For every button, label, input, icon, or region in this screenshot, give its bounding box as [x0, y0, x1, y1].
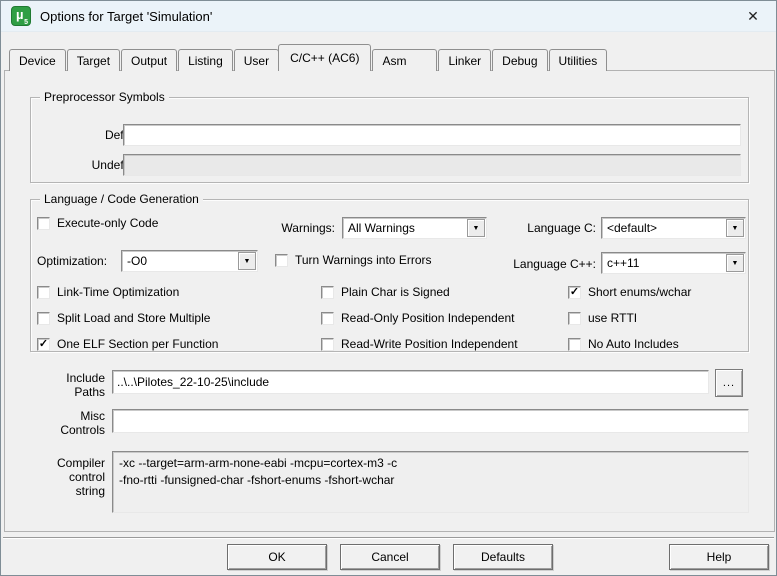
checkbox-short-enums-wchar[interactable]: ✓ Short enums/wchar [568, 285, 691, 299]
compiler-control-string[interactable]: -xc --target=arm-arm-none-eabi -mcpu=cor… [112, 451, 749, 513]
checkbox-one-elf-section[interactable]: ✓ One ELF Section per Function [37, 337, 218, 351]
checkbox-turn-warnings-into-errors[interactable]: Turn Warnings into Errors [275, 253, 431, 267]
one-elf-checkbox[interactable]: ✓ [37, 338, 50, 351]
short-enums-checkbox[interactable]: ✓ [568, 286, 581, 299]
undefine-input [123, 154, 741, 176]
plain-char-label[interactable]: Plain Char is Signed [341, 285, 450, 299]
tab-listing[interactable]: Listing [178, 49, 233, 71]
checkbox-read-only-position-independent[interactable]: Read-Only Position Independent [321, 311, 514, 325]
plain-char-checkbox[interactable] [321, 286, 334, 299]
include-paths-input[interactable] [112, 370, 709, 394]
tab-user[interactable]: User [234, 49, 279, 71]
group-language-legend: Language / Code Generation [40, 192, 203, 206]
turn-warnings-label[interactable]: Turn Warnings into Errors [295, 253, 431, 267]
checkbox-link-time-optimization[interactable]: Link-Time Optimization [37, 285, 179, 299]
tab-device[interactable]: Device [9, 49, 66, 71]
chevron-down-icon: ▼ [244, 258, 251, 265]
include-paths-label: Include Paths [45, 371, 105, 399]
checkbox-no-auto-includes[interactable]: No Auto Includes [568, 337, 679, 351]
checkbox-split-load-store[interactable]: Split Load and Store Multiple [37, 311, 210, 325]
tab-c-cpp-ac6[interactable]: C/C++ (AC6) [278, 44, 371, 71]
checkbox-plain-char-signed[interactable]: Plain Char is Signed [321, 285, 450, 299]
uvision-icon-version: 5 [24, 19, 28, 26]
link-time-checkbox[interactable] [37, 286, 50, 299]
use-rtti-label[interactable]: use RTTI [588, 311, 637, 325]
read-write-checkbox[interactable] [321, 338, 334, 351]
language-cpp-combo-value: c++11 [602, 256, 725, 270]
optimization-combo-value: -O0 [122, 254, 237, 268]
tab-debug[interactable]: Debug [492, 49, 547, 71]
checkbox-read-write-position-independent[interactable]: Read-Write Position Independent [321, 337, 518, 351]
checkbox-use-rtti[interactable]: use RTTI [568, 311, 637, 325]
close-icon[interactable]: ✕ [738, 4, 768, 28]
footer-separator [3, 537, 774, 539]
group-preprocessor-symbols: Preprocessor Symbols Define: Undefine: [30, 97, 749, 183]
chevron-down-icon: ▼ [732, 260, 739, 267]
execute-only-code-checkbox[interactable] [37, 217, 50, 230]
tab-linker[interactable]: Linker [438, 49, 491, 71]
optimization-label: Optimization: [37, 254, 107, 268]
warnings-combo[interactable]: All Warnings ▼ [342, 217, 487, 239]
chevron-down-icon: ▼ [732, 225, 739, 232]
uvision-icon-glyph: µ [16, 7, 24, 22]
no-auto-includes-label[interactable]: No Auto Includes [588, 337, 679, 351]
misc-controls-input[interactable] [112, 409, 749, 433]
tab-target[interactable]: Target [67, 49, 120, 71]
link-time-label[interactable]: Link-Time Optimization [57, 285, 179, 299]
read-only-label[interactable]: Read-Only Position Independent [341, 311, 514, 325]
language-cpp-combo[interactable]: c++11 ▼ [601, 252, 746, 274]
misc-controls-label: Misc Controls [45, 409, 105, 437]
short-enums-label[interactable]: Short enums/wchar [588, 285, 691, 299]
ok-button[interactable]: OK [227, 544, 327, 570]
define-input[interactable] [123, 124, 741, 146]
language-c-combo-value: <default> [602, 221, 725, 235]
tab-utilities[interactable]: Utilities [549, 49, 608, 71]
tab-strip: Device Target Output Listing User C/C++ … [9, 45, 608, 71]
split-load-checkbox[interactable] [37, 312, 50, 325]
compiler-control-label: Compiler control string [45, 456, 105, 498]
use-rtti-checkbox[interactable] [568, 312, 581, 325]
options-dialog: µ 5 Options for Target 'Simulation' ✕ De… [0, 0, 777, 576]
read-only-checkbox[interactable] [321, 312, 334, 325]
one-elf-label[interactable]: One ELF Section per Function [57, 337, 218, 351]
warnings-combo-button[interactable]: ▼ [467, 219, 485, 237]
tab-asm[interactable]: Asm [372, 49, 437, 71]
language-c-label: Language C: [496, 221, 596, 235]
window-title: Options for Target 'Simulation' [40, 9, 212, 24]
language-c-combo[interactable]: <default> ▼ [601, 217, 746, 239]
warnings-combo-value: All Warnings [343, 221, 466, 235]
browse-button[interactable]: ... [715, 369, 743, 397]
tab-output[interactable]: Output [121, 49, 177, 71]
language-c-combo-button[interactable]: ▼ [726, 219, 744, 237]
group-language-code-generation: Language / Code Generation Execute-only … [30, 199, 749, 352]
cancel-button[interactable]: Cancel [340, 544, 440, 570]
optimization-combo[interactable]: -O0 ▼ [121, 250, 258, 272]
language-cpp-combo-button[interactable]: ▼ [726, 254, 744, 272]
language-cpp-label: Language C++: [486, 257, 596, 271]
warnings-label: Warnings: [235, 221, 335, 235]
checkbox-execute-only-code[interactable]: Execute-only Code [37, 216, 158, 230]
defaults-button[interactable]: Defaults [453, 544, 553, 570]
read-write-label[interactable]: Read-Write Position Independent [341, 337, 518, 351]
chevron-down-icon: ▼ [473, 225, 480, 232]
uvision-app-icon: µ 5 [11, 6, 31, 26]
turn-warnings-checkbox[interactable] [275, 254, 288, 267]
execute-only-code-label[interactable]: Execute-only Code [57, 216, 158, 230]
optimization-combo-button[interactable]: ▼ [238, 252, 256, 270]
help-button[interactable]: Help [669, 544, 769, 570]
group-preprocessor-legend: Preprocessor Symbols [40, 90, 169, 104]
window-titlebar: µ 5 Options for Target 'Simulation' ✕ [1, 1, 776, 32]
tab-page: Preprocessor Symbols Define: Undefine: L… [4, 70, 775, 532]
no-auto-includes-checkbox[interactable] [568, 338, 581, 351]
split-load-label[interactable]: Split Load and Store Multiple [57, 311, 210, 325]
